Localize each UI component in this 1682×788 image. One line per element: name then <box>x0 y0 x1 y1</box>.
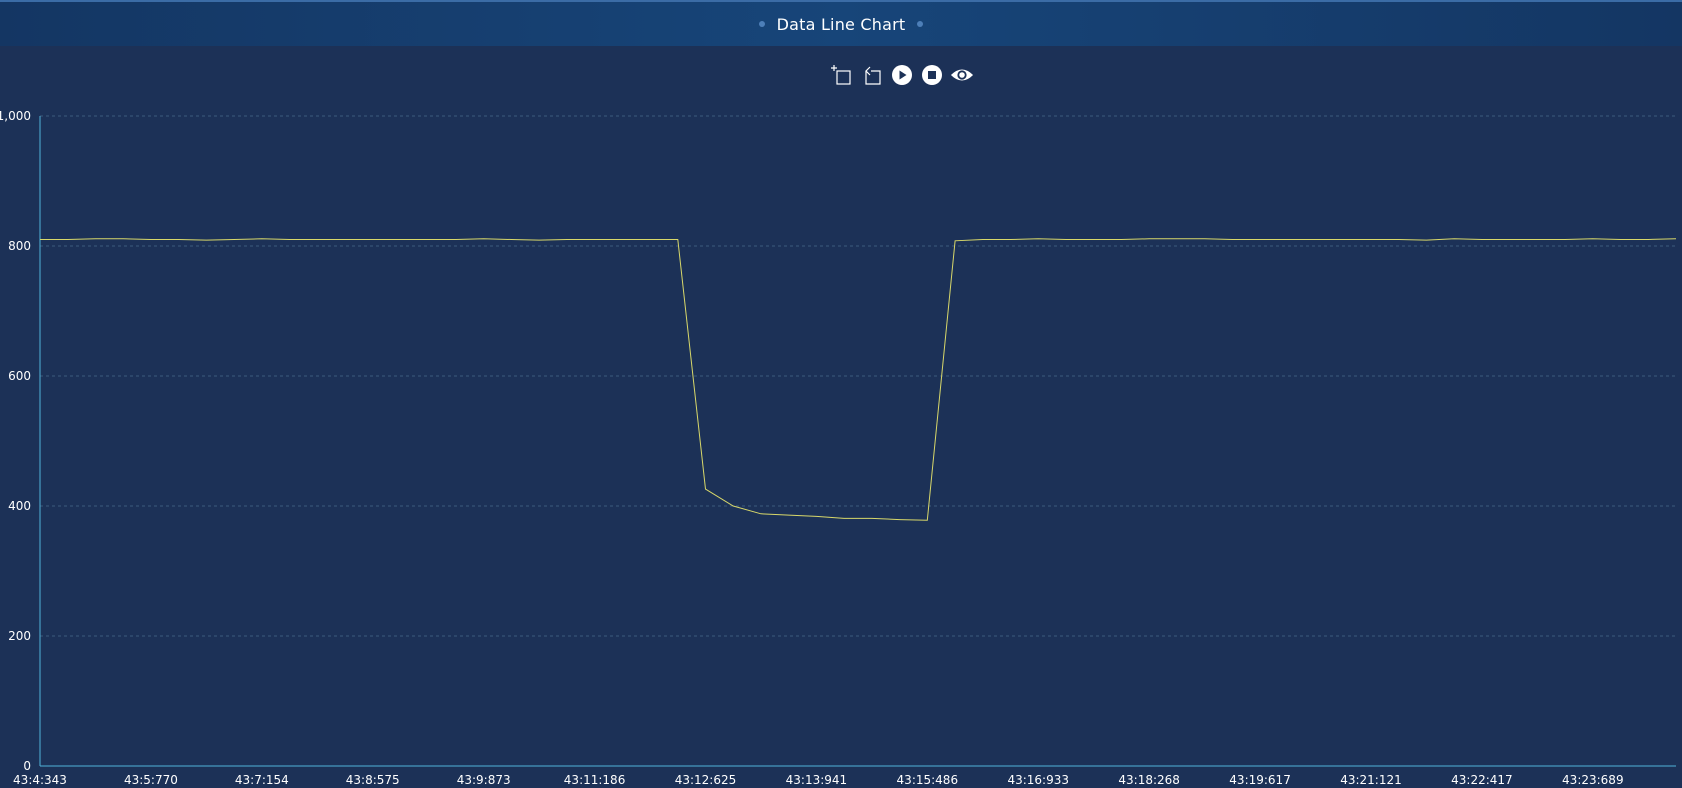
play-icon[interactable] <box>890 63 914 87</box>
x-tick-label: 43:13:941 <box>786 773 848 787</box>
line-chart: 0 200 400 600 800 1,000 43:4:343 43:5:770 43:7:… <box>0 109 1677 787</box>
title-left-dot <box>758 21 765 27</box>
y-axis-tick-labels: 0 200 400 600 800 1,000 <box>0 109 31 773</box>
y-tick-label: 800 <box>8 239 31 253</box>
x-tick-label: 43:5:770 <box>124 773 178 787</box>
x-tick-label: 43:18:268 <box>1118 773 1180 787</box>
zoom-reset-icon[interactable] <box>860 63 884 87</box>
x-tick-label: 43:16:933 <box>1007 773 1069 787</box>
x-axis-tick-labels: 43:4:343 43:5:770 43:7:154 43:8:575 43:9:873… <box>13 773 1624 787</box>
x-tick-label: 43:8:575 <box>346 773 400 787</box>
y-tick-label: 400 <box>8 499 31 513</box>
chart-toolbox <box>830 62 974 88</box>
title-bar: Data Line Chart <box>0 0 1682 46</box>
zoom-area-icon[interactable] <box>830 63 854 87</box>
x-tick-label: 43:23:689 <box>1562 773 1624 787</box>
stop-icon[interactable] <box>920 63 944 87</box>
chart-title: Data Line Chart <box>776 14 906 34</box>
x-tick-label: 43:22:417 <box>1451 773 1513 787</box>
x-tick-label: 43:7:154 <box>235 773 289 787</box>
y-tick-label: 200 <box>8 629 31 643</box>
x-tick-label: 43:9:873 <box>457 773 511 787</box>
chart-window: 0 200 400 600 800 1,000 43:4:343 43:5:770 43:7:… <box>0 0 1682 788</box>
y-tick-label: 1,000 <box>0 109 31 123</box>
y-tick-label: 0 <box>23 759 31 773</box>
series-line <box>40 238 1677 521</box>
y-tick-label: 600 <box>8 369 31 383</box>
x-tick-label: 43:11:186 <box>564 773 626 787</box>
x-tick-label: 43:21:121 <box>1340 773 1402 787</box>
series-layer <box>40 238 1677 521</box>
axes <box>39 116 1676 767</box>
x-tick-label: 43:15:486 <box>897 773 959 787</box>
eye-icon[interactable] <box>950 63 974 87</box>
x-tick-label: 43:4:343 <box>13 773 67 787</box>
grid-lines <box>40 115 1676 637</box>
x-tick-label: 43:12:625 <box>675 773 737 787</box>
x-tick-label: 43:19:617 <box>1229 773 1291 787</box>
title-right-dot <box>917 21 924 27</box>
